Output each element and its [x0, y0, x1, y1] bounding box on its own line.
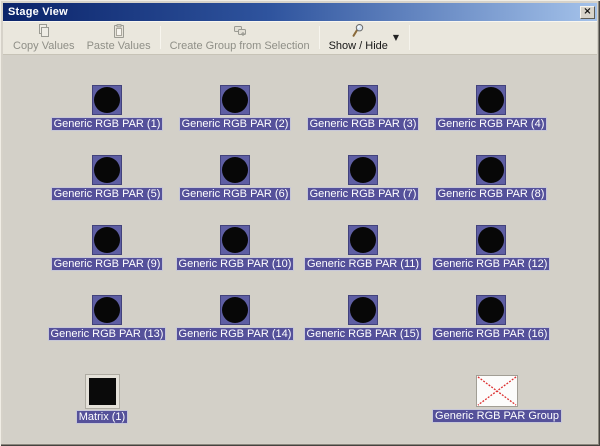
par-lens	[350, 227, 376, 253]
fixture-label: Generic RGB PAR (12)	[432, 257, 551, 271]
fixture-par[interactable]: Generic RGB PAR (1)	[43, 85, 171, 155]
par-lens	[94, 87, 120, 113]
par-fixture-icon	[92, 85, 122, 115]
fixture-par[interactable]: Generic RGB PAR (7)	[299, 155, 427, 225]
paste-values-label: Paste Values	[87, 40, 151, 52]
par-lens	[350, 297, 376, 323]
par-fixture-icon	[476, 155, 506, 185]
fixture-label: Generic RGB PAR (5)	[51, 187, 164, 201]
fixture-par[interactable]: Generic RGB PAR (6)	[171, 155, 299, 225]
par-lens	[222, 227, 248, 253]
stage-view-window: Stage View × Copy Values	[0, 0, 600, 446]
par-fixture-icon	[476, 295, 506, 325]
fixture-label: Generic RGB PAR (6)	[179, 187, 292, 201]
magnifier-icon	[350, 23, 366, 39]
create-group-button[interactable]: Create Group from Selection	[164, 23, 316, 52]
fixture-par[interactable]: Generic RGB PAR (4)	[427, 85, 555, 155]
fixture-label: Generic RGB PAR (1)	[51, 117, 164, 131]
fixture-par[interactable]: Generic RGB PAR (10)	[171, 225, 299, 295]
toolbar-separator	[319, 26, 320, 49]
par-fixture-icon	[220, 225, 250, 255]
fixture-group[interactable]: Generic RGB PAR Group	[417, 375, 577, 423]
fixture-par[interactable]: Generic RGB PAR (8)	[427, 155, 555, 225]
close-icon: ×	[583, 6, 591, 17]
par-lens	[222, 157, 248, 183]
par-fixture-icon	[92, 225, 122, 255]
copy-icon	[36, 23, 52, 39]
par-fixture-icon	[476, 225, 506, 255]
group-cross-icon	[476, 375, 518, 407]
stage-canvas[interactable]: Generic RGB PAR (1) Generic RGB PAR (2) …	[3, 55, 597, 443]
par-fixture-icon	[92, 155, 122, 185]
fixture-label: Generic RGB PAR Group	[432, 409, 562, 423]
par-lens	[350, 157, 376, 183]
create-group-icon	[232, 23, 248, 39]
fixture-par[interactable]: Generic RGB PAR (3)	[299, 85, 427, 155]
par-lens	[222, 297, 248, 323]
fixture-label: Generic RGB PAR (14)	[176, 327, 295, 341]
fixture-label: Generic RGB PAR (8)	[435, 187, 548, 201]
fixture-matrix[interactable]: Matrix (1)	[38, 375, 166, 424]
window-title: Stage View	[8, 6, 580, 18]
par-fixture-icon	[220, 85, 250, 115]
fixture-label: Generic RGB PAR (2)	[179, 117, 292, 131]
fixture-label: Generic RGB PAR (13)	[48, 327, 167, 341]
par-fixture-icon	[348, 85, 378, 115]
fixture-label: Generic RGB PAR (7)	[307, 187, 420, 201]
fixture-label: Generic RGB PAR (3)	[307, 117, 420, 131]
titlebar[interactable]: Stage View ×	[3, 3, 597, 21]
fixture-label: Generic RGB PAR (9)	[51, 257, 164, 271]
fixture-label: Generic RGB PAR (4)	[435, 117, 548, 131]
par-lens	[478, 87, 504, 113]
create-group-label: Create Group from Selection	[170, 40, 310, 52]
fixture-par[interactable]: Generic RGB PAR (13)	[43, 295, 171, 365]
fixture-label: Generic RGB PAR (15)	[304, 327, 423, 341]
par-lens	[94, 227, 120, 253]
fixture-label: Generic RGB PAR (11)	[304, 257, 422, 271]
dropdown-arrow-icon[interactable]: ▼	[393, 34, 399, 42]
par-lens	[478, 297, 504, 323]
toolbar: Copy Values Paste Values	[3, 21, 597, 55]
fixture-label: Generic RGB PAR (10)	[176, 257, 295, 271]
par-fixture-icon	[220, 155, 250, 185]
fixture-label: Matrix (1)	[76, 410, 128, 424]
toolbar-separator	[160, 26, 161, 49]
fixture-par[interactable]: Generic RGB PAR (2)	[171, 85, 299, 155]
fixture-par[interactable]: Generic RGB PAR (5)	[43, 155, 171, 225]
show-hide-button[interactable]: Show / Hide ▼	[323, 23, 405, 52]
par-lens	[478, 227, 504, 253]
par-lens	[222, 87, 248, 113]
par-fixture-icon	[220, 295, 250, 325]
show-hide-label: Show / Hide	[329, 40, 388, 52]
fixture-grid: Generic RGB PAR (1) Generic RGB PAR (2) …	[43, 85, 555, 365]
close-button[interactable]: ×	[580, 6, 595, 19]
par-fixture-icon	[348, 295, 378, 325]
fixture-par[interactable]: Generic RGB PAR (16)	[427, 295, 555, 365]
par-fixture-icon	[348, 155, 378, 185]
fixture-par[interactable]: Generic RGB PAR (11)	[299, 225, 427, 295]
par-lens	[94, 297, 120, 323]
par-fixture-icon	[92, 295, 122, 325]
par-fixture-icon	[348, 225, 378, 255]
fixture-par[interactable]: Generic RGB PAR (14)	[171, 295, 299, 365]
matrix-fixture-icon	[86, 375, 119, 408]
fixture-label: Generic RGB PAR (16)	[432, 327, 551, 341]
par-lens	[94, 157, 120, 183]
par-lens	[350, 87, 376, 113]
par-lens	[478, 157, 504, 183]
paste-values-button[interactable]: Paste Values	[81, 23, 157, 52]
fixture-par[interactable]: Generic RGB PAR (9)	[43, 225, 171, 295]
par-fixture-icon	[476, 85, 506, 115]
fixture-par[interactable]: Generic RGB PAR (12)	[427, 225, 555, 295]
toolbar-edge	[409, 25, 410, 50]
fixture-par[interactable]: Generic RGB PAR (15)	[299, 295, 427, 365]
copy-values-button[interactable]: Copy Values	[7, 23, 81, 52]
copy-values-label: Copy Values	[13, 40, 75, 52]
paste-icon	[111, 23, 127, 39]
